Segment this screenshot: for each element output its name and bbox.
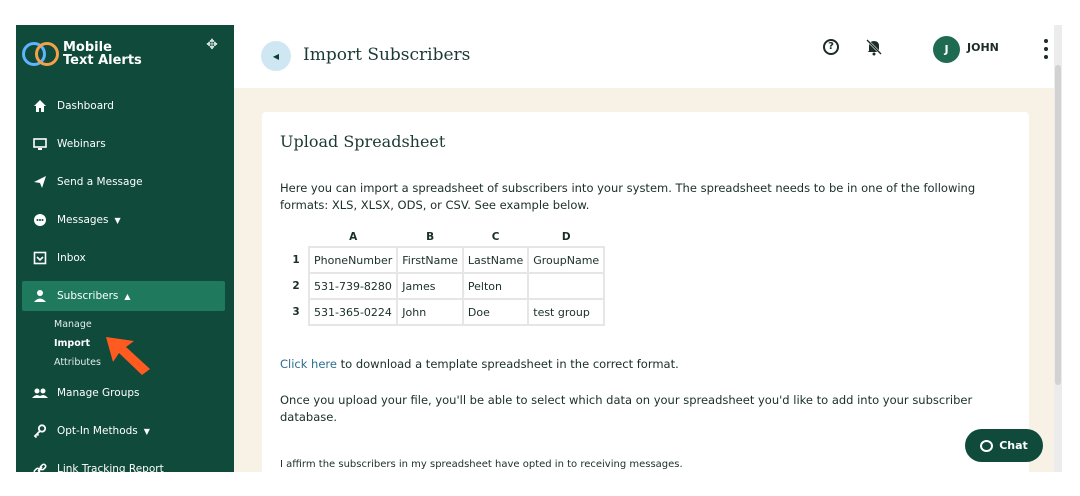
chevron-down-icon: ▼ [114,215,121,225]
table-cell: 531-365-0224 [307,298,399,326]
sidebar-item-send-message[interactable]: Send a Message [16,163,234,201]
table-cell: GroupName [527,246,606,274]
table-cell: FirstName [396,246,464,274]
upload-instructions: Once you upload your file, you'll be abl… [280,393,973,424]
table-cell [527,272,606,300]
sidebar-item-label: Manage Groups [57,387,140,399]
sidebar: Mobile Text Alerts ✥ Dashboard Webinars … [16,25,234,472]
row-number: 2 [292,280,300,292]
top-header: ◀ Import Subscribers ? J JOHN [234,25,1062,88]
sidebar-item-subscribers[interactable]: Subscribers ▲ [22,281,225,311]
table-cell: test group [527,298,606,326]
page-title: Import Subscribers [303,45,471,65]
affirm-text: I affirm the subscribers in my spreadshe… [280,459,683,470]
template-download-link[interactable]: Click here [280,357,337,371]
group-icon [32,385,48,401]
move-icon[interactable]: ✥ [204,37,220,53]
row-number: 3 [292,306,300,318]
more-options-icon[interactable] [1042,39,1050,59]
sidebar-subitem-manage[interactable]: Manage [16,315,234,334]
sidebar-item-label: Subscribers [57,290,119,302]
avatar[interactable]: J [933,36,960,63]
template-download-text: to download a template spreadsheet in th… [336,357,679,371]
chevron-up-icon: ▲ [124,291,131,301]
template-download-line: Click here to download a template spread… [280,357,679,371]
pointer-arrow-icon [106,337,150,375]
table-cell: John [396,298,464,326]
sidebar-item-label: Dashboard [57,100,114,112]
intro-text: Here you can import a spreadsheet of sub… [280,181,976,212]
sidebar-item-label: Webinars [57,138,106,150]
table-row: 3 531-365-0224 John Doe test group [284,298,606,326]
sidebar-item-manage-groups[interactable]: Manage Groups [16,374,234,412]
brand-name-line2: Text Alerts [63,53,142,68]
card-title: Upload Spreadsheet [280,132,446,151]
scrollbar-thumb[interactable] [1055,65,1061,385]
link-icon [32,461,48,472]
chat-button[interactable]: Chat [965,429,1043,462]
sidebar-item-label: Messages [57,214,109,226]
table-cell: Pelton [461,272,530,300]
monitor-icon [32,136,48,152]
row-number: 1 [292,254,300,266]
column-header: A [349,230,358,243]
user-name[interactable]: JOHN [967,41,999,54]
table-row: 2 531-739-8280 James Pelton [284,272,606,300]
brand-logo[interactable]: Mobile Text Alerts [22,41,142,67]
column-header: B [426,230,435,243]
help-icon[interactable]: ? [823,39,839,55]
table-row: 1 PhoneNumber FirstName LastName GroupNa… [284,246,606,274]
table-cell: LastName [461,246,530,274]
sidebar-item-label: Link Tracking Report [57,463,164,472]
key-icon [32,423,48,439]
sidebar-item-messages[interactable]: Messages ▼ [16,201,234,239]
column-header: C [491,230,500,243]
table-cell: Doe [461,298,530,326]
inbox-icon [32,250,48,266]
sidebar-item-link-tracking[interactable]: Link Tracking Report [16,450,234,472]
user-icon [32,288,48,304]
send-icon [32,174,48,190]
back-button[interactable]: ◀ [261,41,291,71]
table-cell: PhoneNumber [307,246,399,274]
table-cell: 531-739-8280 [307,272,399,300]
bell-off-icon[interactable] [865,38,883,56]
column-header: D [561,230,571,243]
sidebar-item-inbox[interactable]: Inbox [16,239,234,277]
home-icon [32,98,48,114]
sidebar-item-opt-in-methods[interactable]: Opt-In Methods ▼ [16,412,234,450]
example-spreadsheet: A B C D 1 PhoneNumber FirstName LastName… [284,227,606,326]
table-cell: James [396,272,464,300]
sidebar-item-label: Inbox [57,252,86,264]
chat-bubble-icon [980,439,994,452]
chat-icon [32,212,48,228]
caret-left-icon: ◀ [272,51,280,61]
brand-name: Mobile Text Alerts [63,41,142,67]
corner-cell [284,227,309,247]
sidebar-item-label: Opt-In Methods [57,425,138,437]
app-window: Mobile Text Alerts ✥ Dashboard Webinars … [16,25,1062,472]
sidebar-item-dashboard[interactable]: Dashboard [16,87,234,125]
sidebar-nav: Dashboard Webinars Send a Message Messag… [16,87,234,472]
sidebar-item-label: Send a Message [57,176,143,188]
chevron-down-icon: ▼ [143,426,150,436]
sidebar-item-webinars[interactable]: Webinars [16,125,234,163]
logo-mark-icon [22,41,60,67]
chat-label: Chat [999,439,1028,452]
upload-card: Upload Spreadsheet Here you can import a… [262,112,1029,472]
